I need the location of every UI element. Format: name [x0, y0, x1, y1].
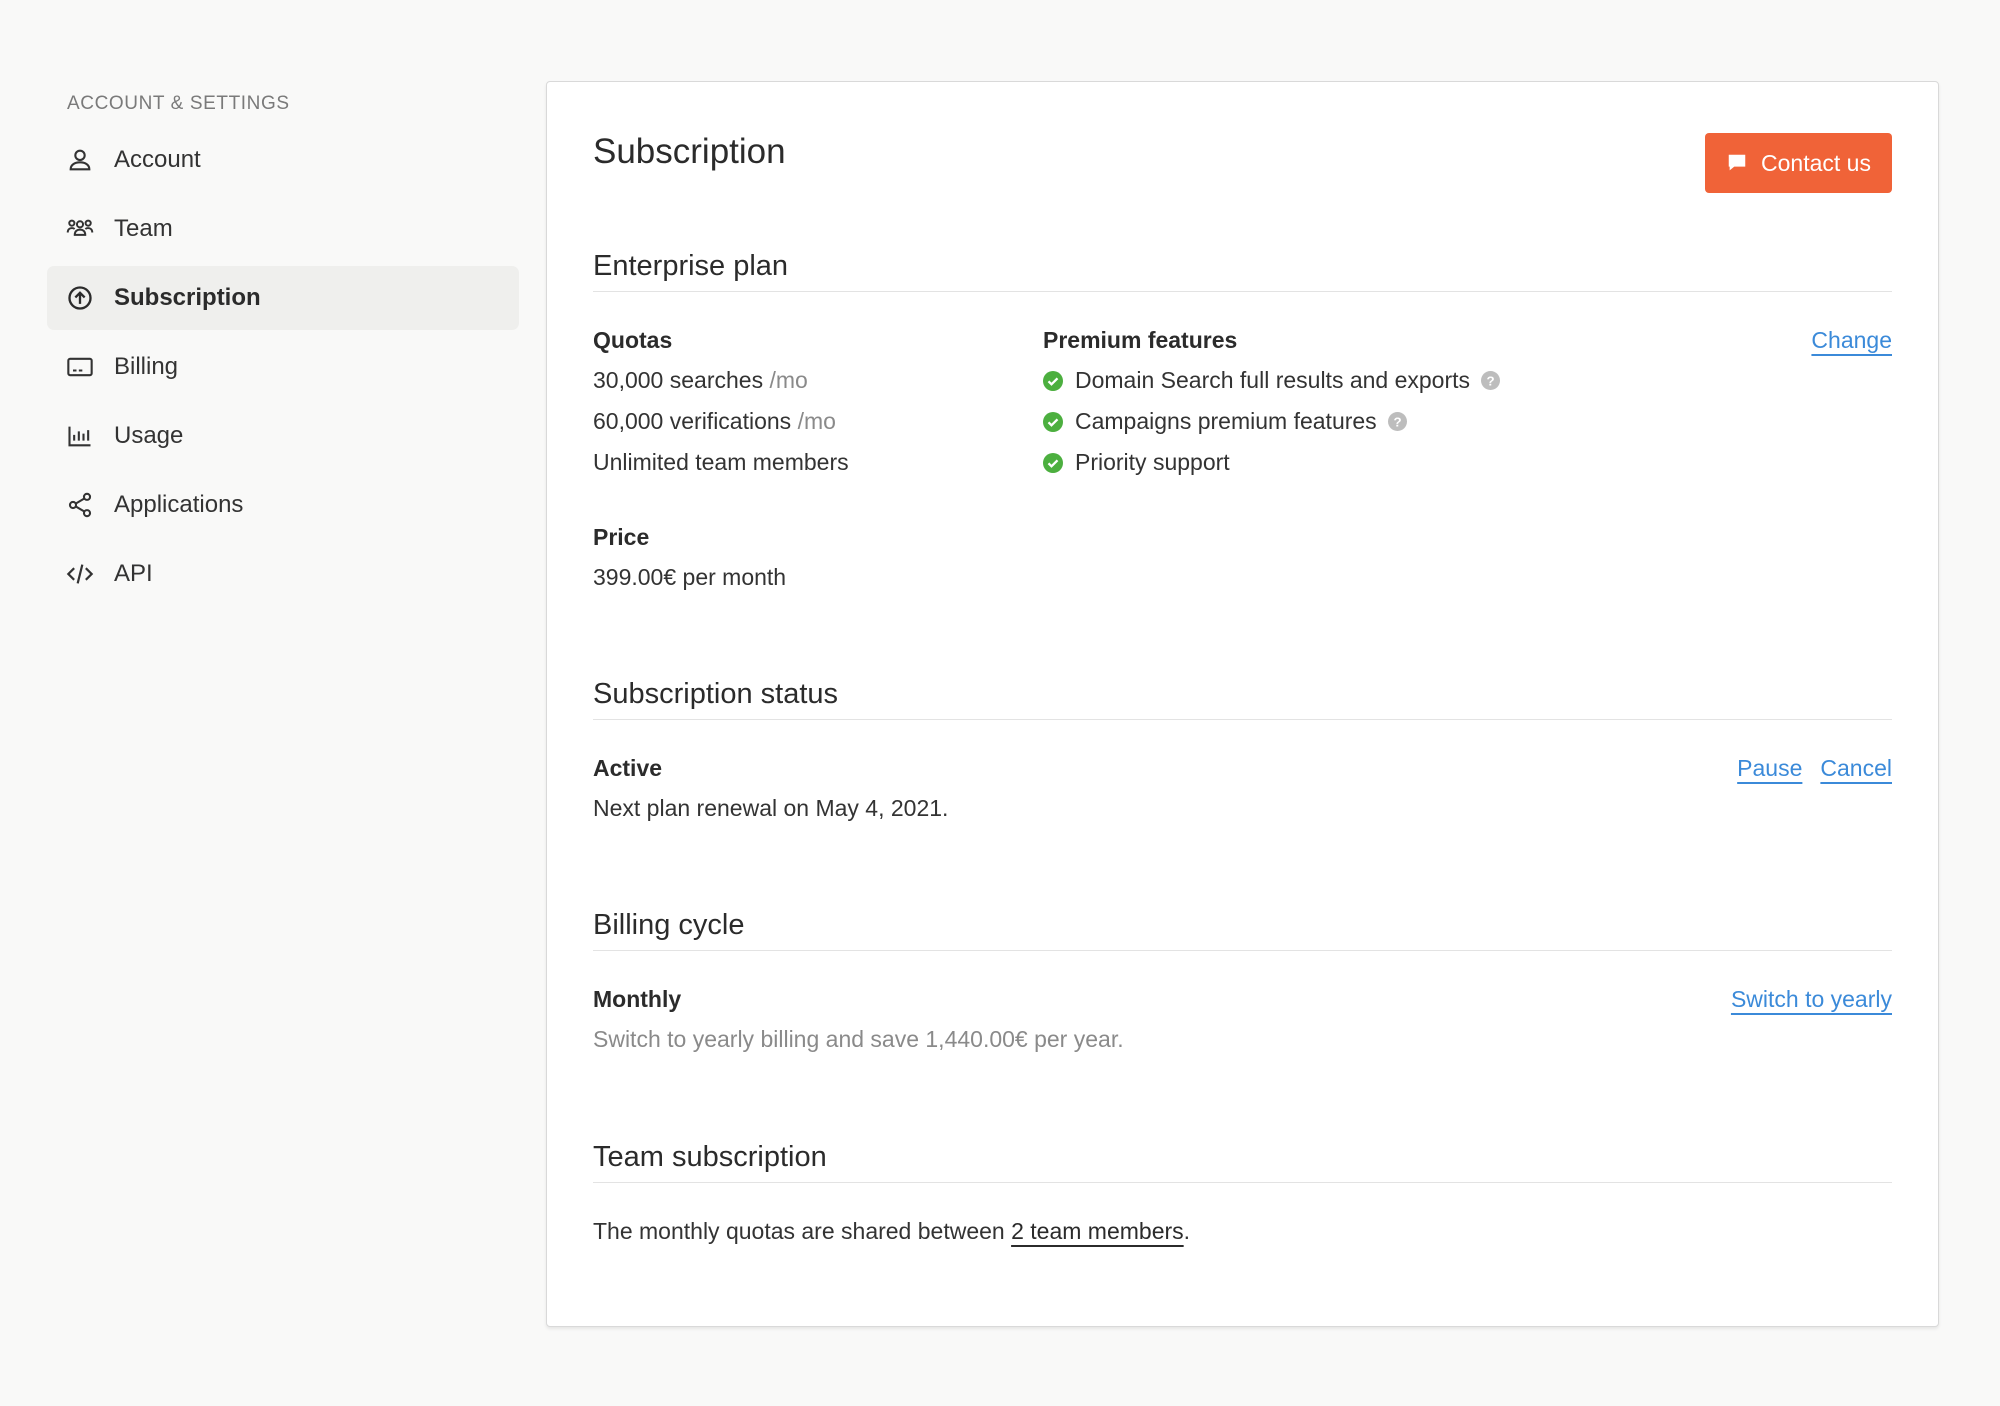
user-icon — [66, 146, 94, 174]
sidebar-item-account[interactable]: Account — [47, 128, 519, 192]
feature-item: Domain Search full results and exports ? — [1043, 360, 1643, 401]
sidebar-item-api[interactable]: API — [47, 542, 519, 606]
check-circle-icon — [1043, 370, 1063, 391]
quota-value: 30,000 searches — [593, 367, 764, 393]
sidebar-item-label: Applications — [114, 491, 244, 518]
sidebar-item-team[interactable]: Team — [47, 197, 519, 261]
sidebar-item-label: Usage — [114, 422, 184, 449]
sidebar-item-applications[interactable]: Applications — [47, 473, 519, 537]
billing-label: Monthly — [593, 986, 682, 1012]
plan-title: Enterprise plan — [593, 244, 1892, 292]
team-icon — [66, 215, 94, 243]
billing-section: Billing cycle Monthly Switch to yearly b… — [593, 903, 1892, 1052]
arrow-up-circle-icon — [66, 284, 94, 312]
sidebar-item-label: Subscription — [114, 284, 261, 311]
features-block: Premium features Domain Search full resu… — [1043, 320, 1643, 483]
team-quota-text: The monthly quotas are shared between 2 … — [593, 1211, 1190, 1252]
sidebar-item-label: Team — [114, 215, 173, 242]
feature-item: Priority support — [1043, 442, 1643, 483]
quota-value: 60,000 verifications — [593, 408, 792, 434]
price-block: Price 399.00€ per month — [593, 517, 1013, 598]
check-circle-icon — [1043, 411, 1063, 432]
status-title: Subscription status — [593, 672, 1892, 720]
page-title: Subscription — [593, 132, 786, 171]
pause-link[interactable]: Pause — [1737, 748, 1802, 788]
code-icon — [66, 560, 94, 588]
quotas-label: Quotas — [593, 327, 673, 353]
status-actions: Pause Cancel — [1737, 748, 1892, 788]
contact-us-label: Contact us — [1761, 149, 1871, 176]
change-link-wrap: Change — [1811, 320, 1892, 360]
switch-to-yearly-link[interactable]: Switch to yearly — [1731, 986, 1892, 1012]
bar-chart-icon — [66, 422, 94, 450]
billing-title: Billing cycle — [593, 903, 1892, 951]
team-title: Team subscription — [593, 1135, 1892, 1183]
quota-unit: /mo — [797, 408, 836, 434]
team-text-before: The monthly quotas are shared between — [593, 1218, 1012, 1244]
chat-bubble-icon — [1728, 154, 1746, 171]
share-icon — [66, 491, 94, 519]
quota-unit: /mo — [769, 367, 808, 393]
svg-text:?: ? — [1486, 373, 1494, 388]
team-members-link[interactable]: 2 team members — [1011, 1218, 1184, 1244]
sidebar-item-usage[interactable]: Usage — [47, 404, 519, 468]
subscription-card: Subscription Contact us Enterprise plan … — [546, 81, 1939, 1327]
billing-actions: Switch to yearly — [1731, 979, 1892, 1019]
quota-searches: 30,000 searches /mo — [593, 360, 1013, 401]
quota-team-members: Unlimited team members — [593, 442, 1013, 483]
team-text-after: . — [1183, 1218, 1191, 1244]
quotas-block: Quotas 30,000 searches /mo 60,000 verifi… — [593, 320, 1013, 483]
price-value: 399.00€ per month — [593, 564, 787, 590]
plan-section: Enterprise plan Quotas 30,000 searches /… — [593, 244, 1892, 590]
help-icon[interactable]: ? — [1387, 412, 1407, 431]
status-section: Subscription status Active Next plan ren… — [593, 672, 1892, 821]
feature-label: Campaigns premium features — [1075, 408, 1377, 434]
help-icon[interactable]: ? — [1481, 371, 1501, 390]
sidebar-item-subscription[interactable]: Subscription — [47, 266, 519, 330]
billing-save-text: Switch to yearly billing and save 1,440.… — [593, 1026, 1124, 1052]
quota-value: Unlimited team members — [593, 449, 849, 475]
sidebar-heading: ACCOUNT & SETTINGS — [67, 93, 290, 114]
sidebar-item-label: Billing — [114, 353, 179, 380]
status-label: Active — [593, 755, 663, 781]
sidebar-nav: Account Team Subscription Billing Usage — [47, 128, 519, 606]
settings-sidebar: ACCOUNT & SETTINGS Account Team Subscrip… — [47, 86, 519, 611]
renewal-text: Next plan renewal on May 4, 2021. — [593, 795, 949, 821]
cancel-link[interactable]: Cancel — [1820, 748, 1892, 788]
feature-label: Domain Search full results and exports — [1075, 367, 1471, 393]
quota-verifications: 60,000 verifications /mo — [593, 401, 1013, 442]
sidebar-item-billing[interactable]: Billing — [47, 335, 519, 399]
check-circle-icon — [1043, 452, 1063, 473]
price-label: Price — [593, 524, 650, 550]
status-block: Active Next plan renewal on May 4, 2021. — [593, 748, 948, 829]
card-icon — [66, 353, 94, 381]
sidebar-item-label: Account — [114, 146, 201, 173]
billing-block: Monthly Switch to yearly billing and sav… — [593, 979, 1124, 1060]
feature-item: Campaigns premium features ? — [1043, 401, 1643, 442]
svg-text:?: ? — [1393, 414, 1401, 429]
change-plan-link[interactable]: Change — [1811, 327, 1892, 353]
sidebar-item-label: API — [114, 560, 153, 587]
contact-us-button[interactable]: Contact us — [1705, 133, 1892, 193]
features-label: Premium features — [1043, 327, 1238, 353]
feature-label: Priority support — [1075, 449, 1230, 475]
team-section: Team subscription The monthly quotas are… — [593, 1135, 1892, 1244]
